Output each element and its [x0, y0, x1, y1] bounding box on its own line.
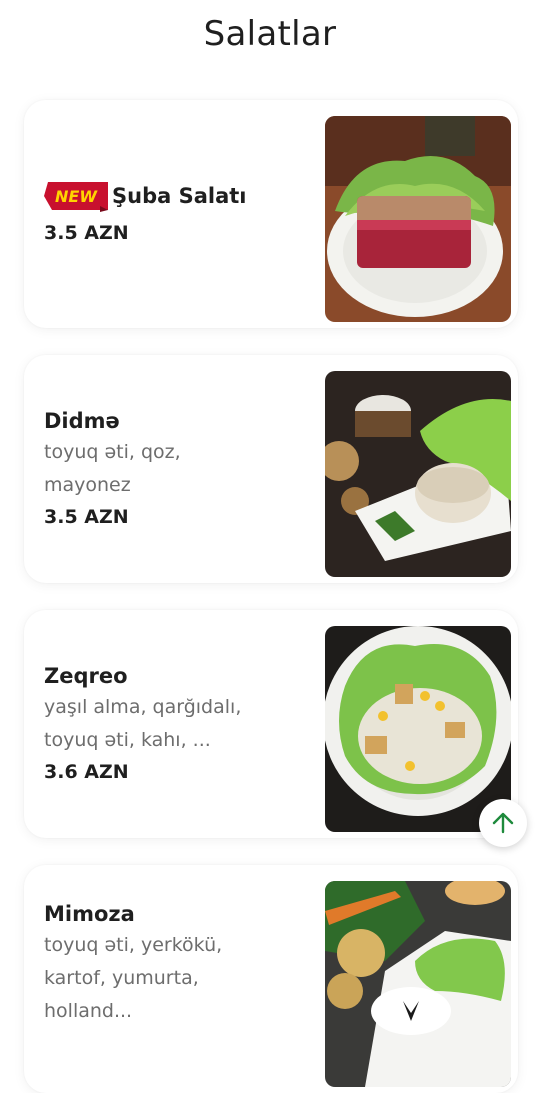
arrow-up-icon: [492, 812, 514, 834]
menu-item-info: Mimoza toyuq əti, yerkökü, kartof, yumur…: [44, 865, 314, 1093]
menu-item-description: toyuq əti, yerkökü,: [44, 934, 223, 956]
new-badge-icon: NEW: [44, 180, 108, 212]
menu-item-price: 3.6 AZN: [44, 761, 129, 783]
scroll-to-top-button[interactable]: [479, 799, 527, 847]
page-title: Salatlar: [203, 14, 337, 54]
menu-item-photo: [325, 116, 511, 322]
menu-item-description: holland...: [44, 1000, 133, 1022]
menu-item-price: 3.5 AZN: [44, 222, 129, 244]
menu-item-photo: [325, 626, 511, 832]
menu-item-description: yaşıl alma, qarğıdalı,: [44, 696, 242, 718]
menu-item-price: 3.5 AZN: [44, 506, 129, 528]
menu-item-photo: [325, 881, 511, 1087]
menu-item-card[interactable]: Didmə toyuq əti, qoz, mayonez 3.5 AZN: [24, 355, 518, 583]
header: Salatlar: [0, 0, 540, 68]
menu-item-title-row: NEW Şuba Salatı: [44, 180, 314, 212]
menu-item-info: NEW Şuba Salatı 3.5 AZN: [44, 100, 314, 328]
menu-item-name: Didmə: [44, 409, 120, 433]
menu-item-info: Didmə toyuq əti, qoz, mayonez 3.5 AZN: [44, 355, 314, 583]
menu-item-name: Zeqreo: [44, 664, 128, 688]
menu-item-description: kartof, yumurta,: [44, 967, 199, 989]
menu-item-name: Şuba Salatı: [112, 184, 247, 208]
menu-item-photo: [325, 371, 511, 577]
menu-item-description: mayonez: [44, 474, 131, 496]
menu-item-info: Zeqreo yaşıl alma, qarğıdalı, toyuq əti,…: [44, 610, 314, 838]
menu-item-card[interactable]: Zeqreo yaşıl alma, qarğıdalı, toyuq əti,…: [24, 610, 518, 838]
menu-item-name: Mimoza: [44, 902, 135, 926]
menu-item-card[interactable]: Mimoza toyuq əti, yerkökü, kartof, yumur…: [24, 865, 518, 1093]
new-badge-text: NEW: [55, 187, 98, 206]
menu-item-description: toyuq əti, kahı, ...: [44, 729, 211, 751]
menu-item-card[interactable]: NEW Şuba Salatı 3.5 AZN: [24, 100, 518, 328]
menu-item-description: toyuq əti, qoz,: [44, 441, 181, 463]
